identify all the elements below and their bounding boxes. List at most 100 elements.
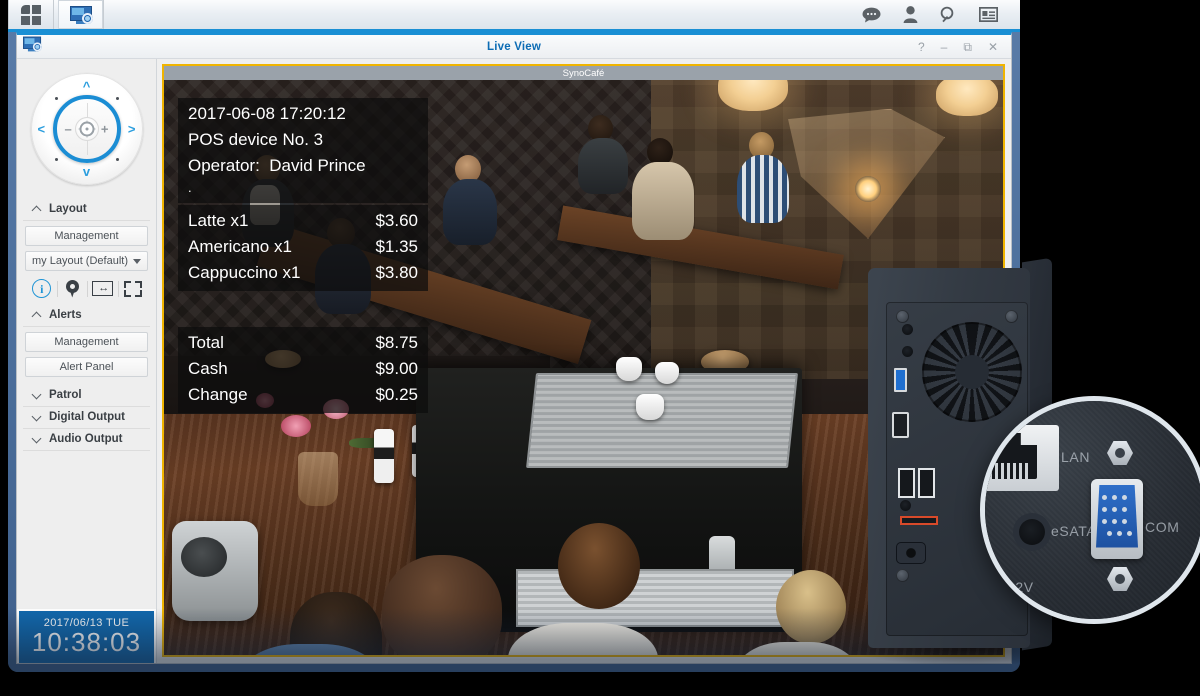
control-sidebar: ^ v < > – + Layout Management my Layout … xyxy=(17,59,157,663)
taskbar-item-surveillance-station[interactable] xyxy=(58,0,104,29)
pos-item-name: Latte x1 xyxy=(188,211,249,231)
pos-total-row: Cash $9.00 xyxy=(188,356,418,382)
screenshot-root: Live View ? – ⧉ ✕ ^ v < > – + Layout Man… xyxy=(0,0,1200,696)
chevron-down-icon xyxy=(33,413,42,422)
screw-icon xyxy=(896,569,909,582)
alerts-controls: Management Alert Panel xyxy=(17,327,156,377)
fullscreen-button[interactable] xyxy=(118,280,148,297)
power-label: 12V xyxy=(1007,579,1034,595)
close-button[interactable]: ✕ xyxy=(988,41,998,53)
pos-overlay: 2017-06-08 17:20:12 POS device No. 3 Ope… xyxy=(178,98,428,414)
ptz-zoom-ring[interactable]: – + xyxy=(52,95,121,163)
ptz-down-button[interactable]: v xyxy=(83,165,90,178)
map-button[interactable] xyxy=(57,279,87,298)
usb3-port xyxy=(894,368,907,392)
scene-cup xyxy=(635,393,664,420)
usb-port xyxy=(898,468,915,498)
usb-port xyxy=(918,468,935,498)
ptz-diagonal-dot[interactable] xyxy=(115,97,119,100)
pos-totals-block: Total $8.75 Cash $9.00 Change $0.25 xyxy=(178,327,428,414)
taskbar-tray xyxy=(862,0,1020,29)
ptz-right-button[interactable]: > xyxy=(128,123,136,136)
chevron-up-icon xyxy=(33,311,42,320)
layout-management-button[interactable]: Management xyxy=(25,226,148,246)
ptz-diagonal-dot[interactable] xyxy=(54,158,58,161)
sidebar-section-digital-output[interactable]: Digital Output xyxy=(23,407,150,429)
sidebar-section-layout[interactable]: Layout xyxy=(23,199,150,221)
alerts-management-button[interactable]: Management xyxy=(25,332,148,352)
search-icon[interactable] xyxy=(940,6,957,23)
alert-panel-button[interactable]: Alert Panel xyxy=(25,357,148,377)
pos-header-block: 2017-06-08 17:20:12 POS device No. 3 Ope… xyxy=(178,98,428,204)
info-icon: i xyxy=(32,279,52,298)
scene-cup-stack xyxy=(373,428,394,483)
esata-hole-magnified xyxy=(1019,519,1045,545)
pos-items-block: Latte x1 $3.60 Americano x1 $1.35 Cappuc… xyxy=(178,205,428,292)
ptz-diagonal-dot[interactable] xyxy=(54,97,58,100)
ptz-control[interactable]: ^ v < > – + xyxy=(17,59,156,199)
scene-flower xyxy=(281,414,312,437)
pos-total-name: Total xyxy=(188,333,224,353)
sidebar-section-audio-output[interactable]: Audio Output xyxy=(23,429,150,451)
ptz-up-button[interactable]: ^ xyxy=(83,80,91,93)
info-button[interactable]: i xyxy=(27,279,57,298)
sidebar-section-patrol[interactable]: Patrol xyxy=(23,385,150,407)
pos-timestamp: 2017-06-08 17:20:12 xyxy=(188,104,346,123)
window-titlebar[interactable]: Live View ? – ⧉ ✕ xyxy=(17,35,1011,59)
lan-port-magnified xyxy=(985,425,1059,491)
hdmi-port xyxy=(892,412,909,438)
sidebar-section-label: Audio Output xyxy=(49,433,123,445)
scene-grinder xyxy=(172,520,259,621)
scene-barista xyxy=(382,554,503,655)
com-port-magnified xyxy=(1091,479,1143,559)
magnifier-content: LAN eSATA 12V COM xyxy=(985,401,1200,619)
ptz-home-icon[interactable] xyxy=(74,117,99,141)
layout-select-value: my Layout (Default) xyxy=(32,255,128,267)
scene-person-foreground xyxy=(776,569,847,644)
sidebar-section-alerts[interactable]: Alerts xyxy=(23,305,150,327)
esata-label: eSATA xyxy=(1051,523,1097,539)
machine-cup-tray xyxy=(526,372,799,468)
app-menu-icon xyxy=(21,4,41,25)
map-pin-icon xyxy=(65,279,79,298)
help-button[interactable]: ? xyxy=(918,41,925,53)
chevron-up-icon xyxy=(33,205,42,214)
chevron-down-icon xyxy=(33,391,42,400)
vent-hole xyxy=(902,346,913,357)
widgets-icon[interactable] xyxy=(979,7,998,22)
chevron-down-icon xyxy=(133,258,141,264)
ptz-diagonal-dot[interactable] xyxy=(115,158,119,161)
maximize-button[interactable]: ⧉ xyxy=(963,41,972,53)
ptz-left-button[interactable]: < xyxy=(38,123,46,136)
machine-drip-tray xyxy=(516,568,794,627)
page-title: Live View xyxy=(486,40,541,53)
ptz-zoom-out-button[interactable]: – xyxy=(65,123,72,136)
window-controls: ? – ⧉ ✕ xyxy=(918,41,1011,53)
minimize-button[interactable]: – xyxy=(941,41,948,53)
app-menu-button[interactable] xyxy=(8,0,54,29)
nas-device: LAN eSATA 12V COM xyxy=(860,257,1200,658)
vent-hole xyxy=(902,324,913,335)
chat-icon[interactable] xyxy=(862,7,881,23)
clock-time: 10:38:03 xyxy=(31,627,142,658)
sidebar-section-label: Alerts xyxy=(49,309,82,321)
pos-total-price: $8.75 xyxy=(375,333,418,353)
ptz-zoom-in-button[interactable]: + xyxy=(101,123,109,136)
pos-item-row: Americano x1 $1.35 xyxy=(188,234,418,260)
pos-device: POS device No. 3 xyxy=(188,129,324,149)
user-icon[interactable] xyxy=(903,6,918,23)
fit-width-button[interactable]: ↔ xyxy=(88,281,118,296)
pos-item-row: Cappuccino x1 $3.80 xyxy=(188,260,418,286)
layout-select[interactable]: my Layout (Default) xyxy=(25,251,148,271)
pos-item-price: $3.60 xyxy=(375,211,418,231)
sidebar-section-label: Patrol xyxy=(49,389,82,401)
reset-hole xyxy=(900,500,911,511)
power-port xyxy=(896,542,926,564)
db9-connector xyxy=(1096,485,1138,548)
pos-gap xyxy=(178,291,428,327)
fit-width-icon: ↔ xyxy=(92,281,114,296)
surveillance-station-icon xyxy=(69,5,93,24)
layout-icon-row: i ↔ xyxy=(17,271,156,305)
